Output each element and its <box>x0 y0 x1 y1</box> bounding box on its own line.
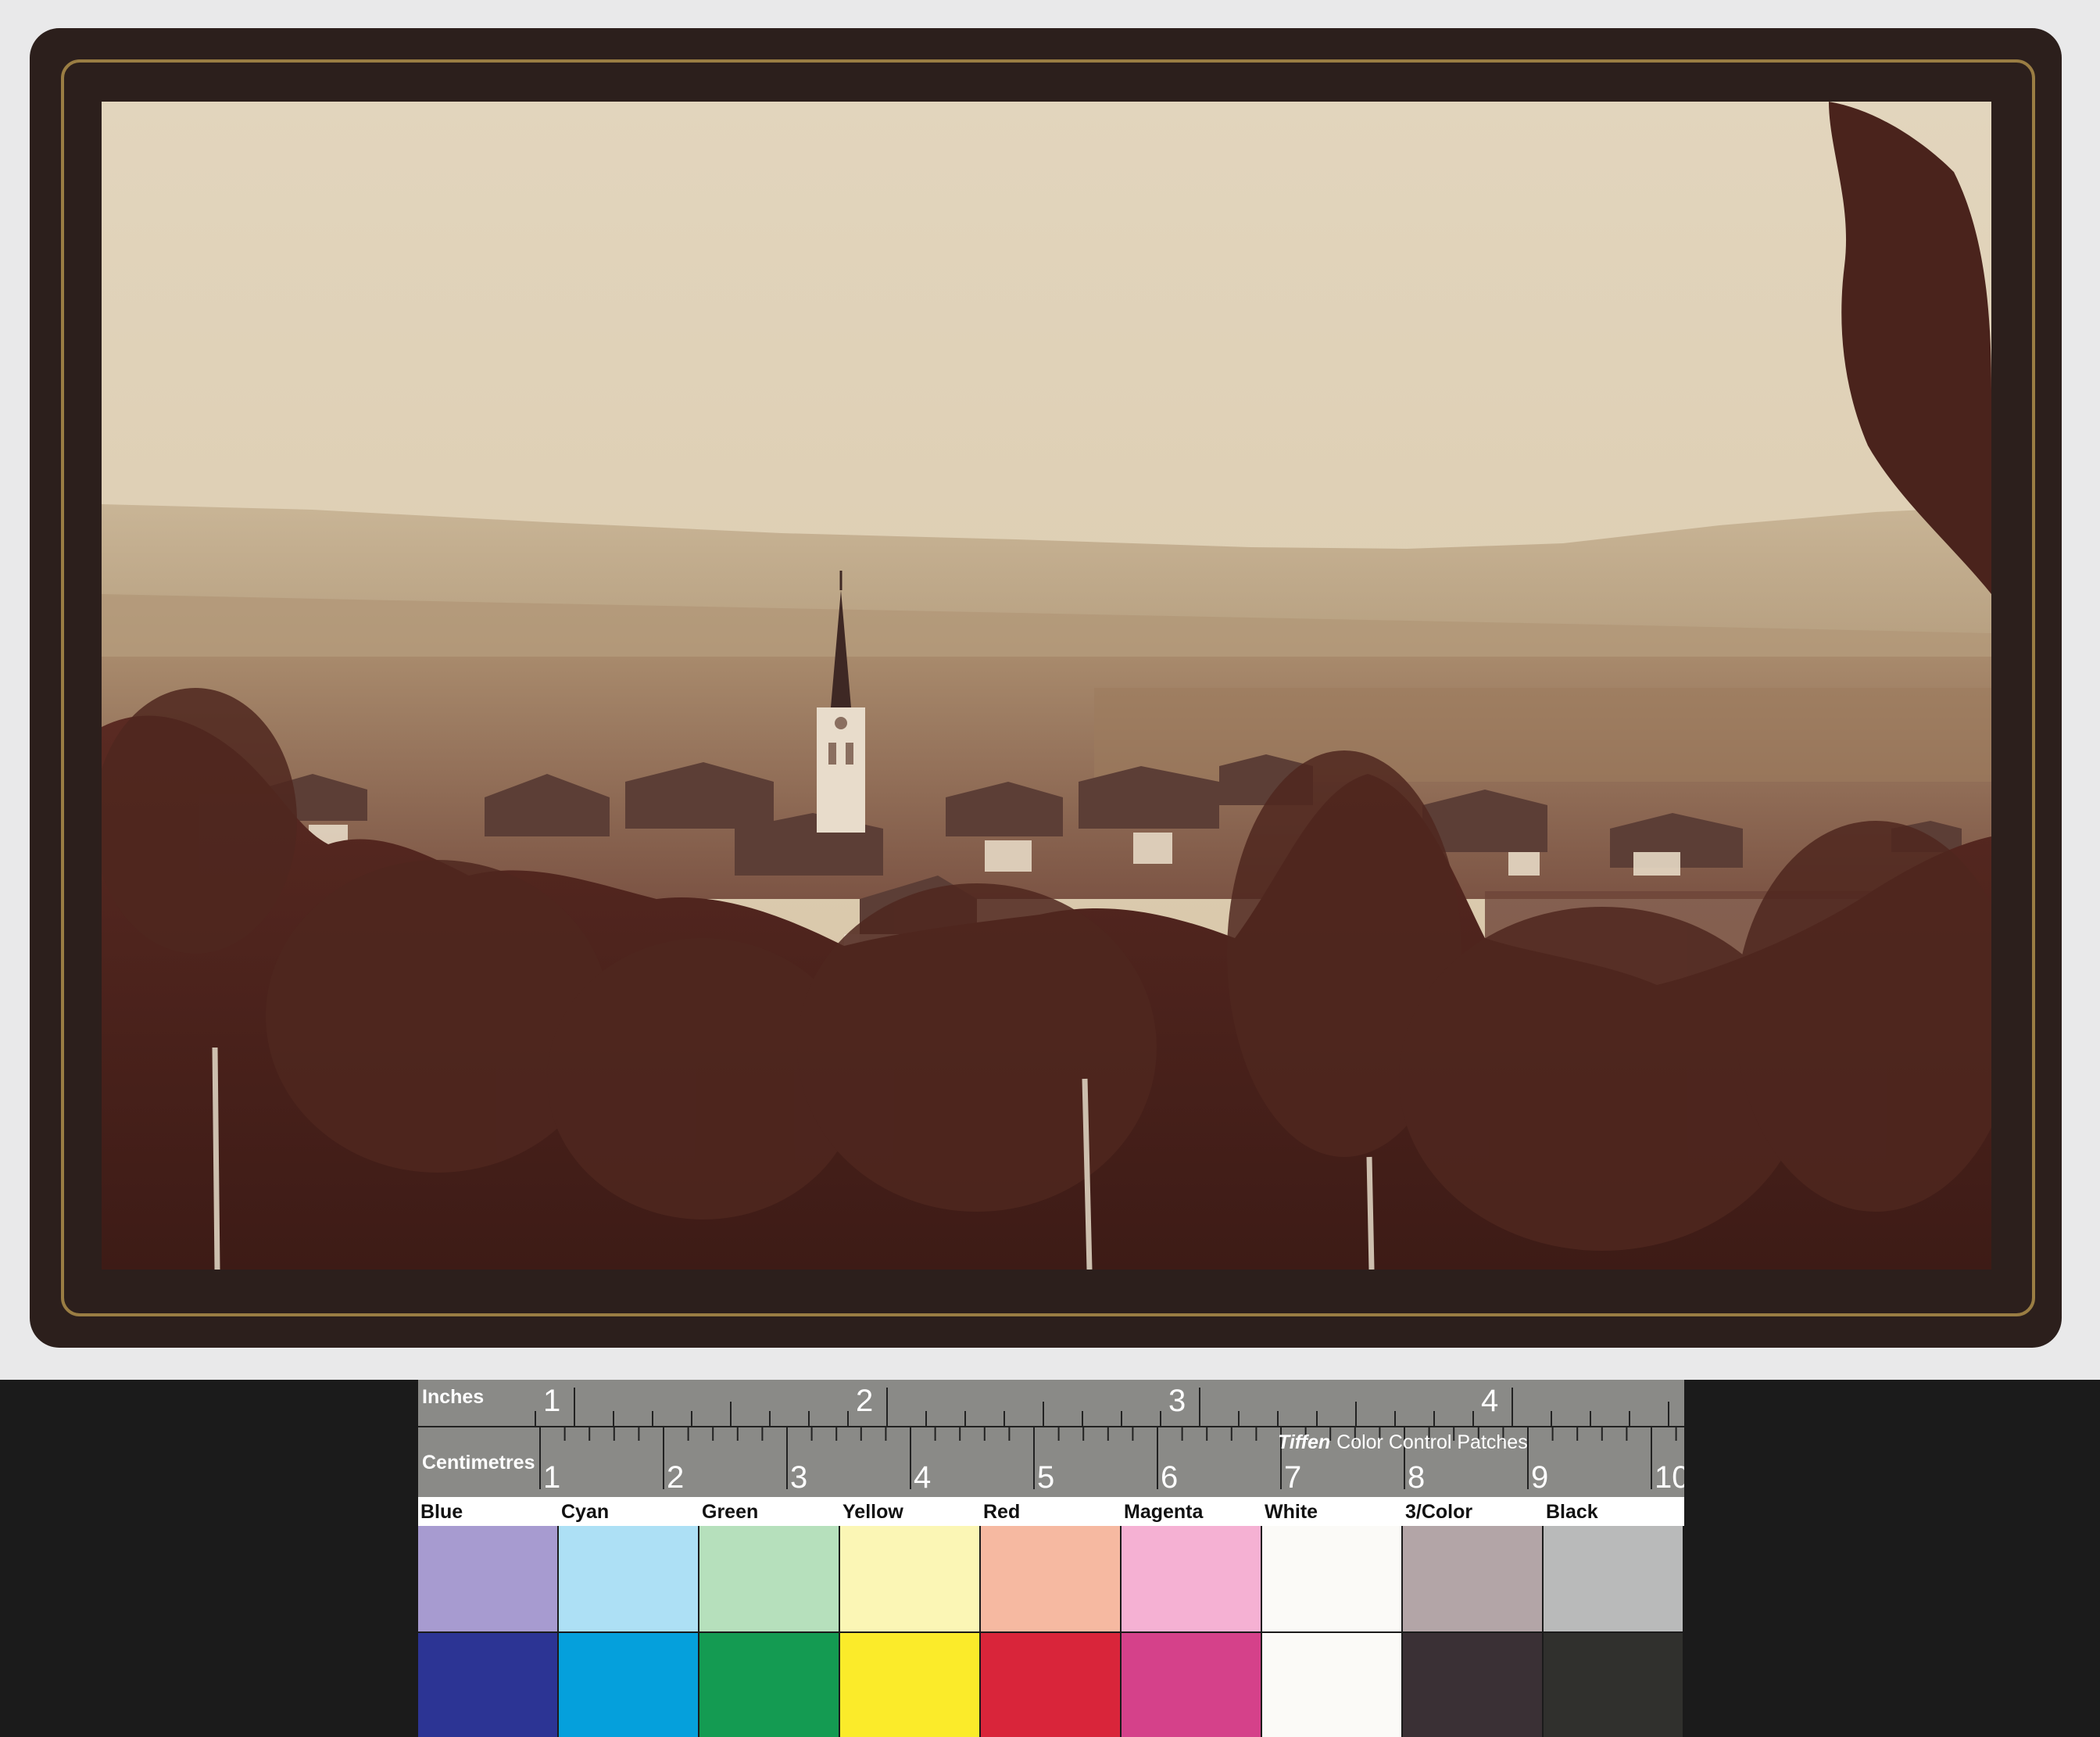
photo-image <box>102 102 1991 1270</box>
patch-dark <box>1122 1633 1261 1737</box>
patch-labels: Blue Cyan Green Yellow Red Magenta White 3/Colo… <box>418 1497 1684 1526</box>
cm-number: 2 <box>667 1460 684 1495</box>
cm-number: 8 <box>1408 1460 1425 1495</box>
inch-number: 4 <box>1481 1384 1498 1418</box>
tiffen-subtitle: Color Control Patches <box>1336 1431 1528 1453</box>
patch-label: 3/Color <box>1405 1501 1473 1523</box>
patch-light <box>1122 1526 1261 1631</box>
patch-light <box>559 1526 698 1631</box>
inch-number: 2 <box>856 1384 873 1418</box>
inches-label: Inches <box>422 1386 485 1408</box>
patch-label: Green <box>702 1501 759 1523</box>
patch-dark <box>981 1633 1120 1737</box>
mounted-photograph <box>30 28 2062 1348</box>
patch-dark <box>1403 1633 1542 1737</box>
patch-dark <box>1544 1633 1683 1737</box>
patch-dark <box>840 1633 979 1737</box>
patch-light <box>1544 1526 1683 1631</box>
inch-number: 3 <box>1168 1384 1186 1418</box>
patch-label: Yellow <box>843 1501 903 1523</box>
cm-number: 9 <box>1531 1460 1548 1495</box>
color-patches <box>418 1526 1684 1737</box>
cm-number: 3 <box>790 1460 807 1495</box>
ruler: 1 2 3 4 1 2 3 4 5 6 7 8 9 10 Inches Centimetres Tiffe… <box>418 1380 1684 1497</box>
patch-dark <box>1262 1633 1401 1737</box>
inch-number: 1 <box>543 1384 560 1418</box>
cm-number: 7 <box>1284 1460 1301 1495</box>
cm-number: 5 <box>1037 1460 1054 1495</box>
tiffen-title: Tiffen Color Control Patches <box>1278 1431 1528 1454</box>
photo-area <box>0 0 2100 1380</box>
patch-light <box>1262 1526 1401 1631</box>
cm-number: 1 <box>543 1460 560 1495</box>
patch-light <box>699 1526 839 1631</box>
patch-label: Black <box>1546 1501 1598 1523</box>
cm-number: 4 <box>914 1460 931 1495</box>
patch-label: White <box>1265 1501 1318 1523</box>
cm-number: 6 <box>1161 1460 1178 1495</box>
tiffen-brand: Tiffen <box>1278 1431 1331 1453</box>
patch-dark <box>418 1633 557 1737</box>
patch-label: Cyan <box>561 1501 610 1523</box>
patch-light <box>840 1526 979 1631</box>
centimetres-label: Centimetres <box>422 1452 535 1474</box>
patch-label: Red <box>983 1501 1021 1523</box>
patch-dark <box>559 1633 698 1737</box>
patch-light <box>1403 1526 1542 1631</box>
patch-dark <box>699 1633 839 1737</box>
cm-number: 10 <box>1655 1460 1684 1495</box>
patch-label: Blue <box>420 1501 463 1523</box>
color-target-strip: 1 2 3 4 1 2 3 4 5 6 7 8 9 10 Inches Centimetres Tiffe… <box>0 1380 2100 1737</box>
patch-light <box>418 1526 557 1631</box>
patch-light <box>981 1526 1120 1631</box>
patch-label: Magenta <box>1124 1501 1204 1523</box>
